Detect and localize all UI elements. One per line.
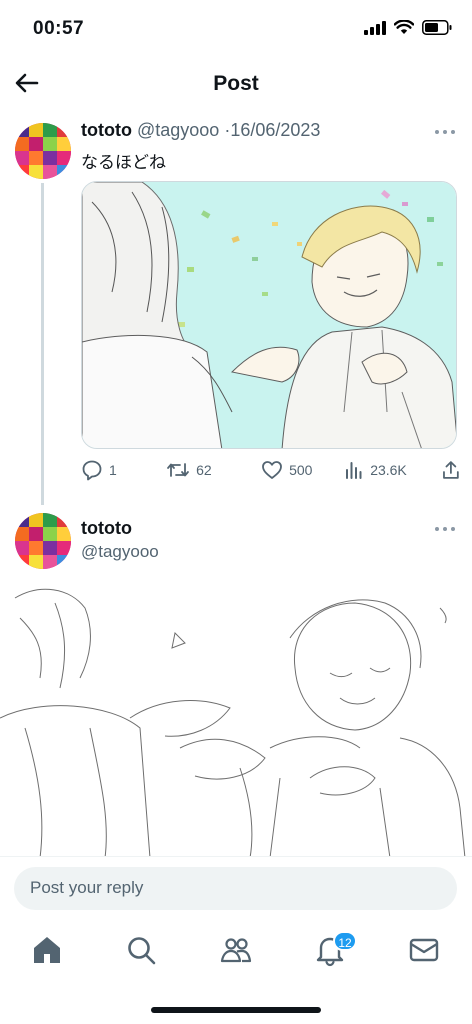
reply-composer: Post your reply (0, 856, 472, 916)
reply-icon (82, 460, 102, 481)
post-header: Post (0, 58, 472, 110)
search-icon[interactable] (123, 932, 159, 968)
reply-input[interactable]: Post your reply (14, 867, 457, 910)
repost-icon (167, 463, 189, 477)
more-options-icon[interactable] (434, 525, 456, 533)
wifi-icon (394, 20, 414, 34)
illustration-color (82, 182, 456, 448)
reply-count: 1 (109, 462, 117, 478)
views-count: 23.6K (370, 462, 407, 478)
avatar-image (15, 123, 71, 179)
tweet-media-sketch[interactable] (0, 578, 472, 858)
author-name[interactable]: tototo (81, 120, 132, 140)
cellular-signal-icon (364, 20, 386, 35)
author-name[interactable]: tototo (81, 518, 132, 539)
heart-icon (262, 461, 282, 479)
bottom-tab-bar (0, 918, 472, 988)
home-indicator (151, 1007, 321, 1013)
home-icon[interactable] (29, 932, 65, 968)
author-handle[interactable]: @tagyooo (81, 542, 159, 562)
avatar[interactable] (15, 123, 71, 179)
messages-mail-icon[interactable] (406, 932, 442, 968)
tweet-date[interactable]: 16/06/2023 (230, 120, 320, 140)
views-chart-icon (346, 462, 362, 479)
tweet-meta: tototo @tagyooo ·16/06/2023 (81, 120, 320, 141)
thread-line (41, 183, 44, 505)
status-bar: 00:57 (0, 0, 472, 58)
tweet-media-image[interactable] (81, 181, 457, 449)
battery-icon (422, 20, 452, 35)
repost-action[interactable]: 62 (166, 459, 261, 481)
share-icon[interactable] (441, 460, 461, 480)
reply-action[interactable]: 1 (81, 459, 166, 481)
page-title: Post (213, 72, 259, 95)
tweet-actions: 1 62 500 23.6K (81, 456, 461, 484)
illustration-sketch (0, 578, 472, 858)
avatar-image (15, 513, 71, 569)
like-action[interactable]: 500 (261, 459, 344, 481)
views-action[interactable]: 23.6K (344, 460, 437, 480)
more-options-icon[interactable] (434, 128, 456, 136)
status-time: 00:57 (33, 18, 85, 39)
author-handle[interactable]: @tagyooo (137, 120, 219, 140)
repost-count: 62 (196, 462, 212, 478)
status-icons (364, 20, 452, 35)
notifications-badge: 12 (333, 931, 357, 951)
avatar[interactable] (15, 513, 71, 569)
like-count: 500 (289, 462, 313, 478)
communities-icon[interactable] (218, 932, 254, 968)
tweet-text: なるほどね (81, 153, 166, 172)
